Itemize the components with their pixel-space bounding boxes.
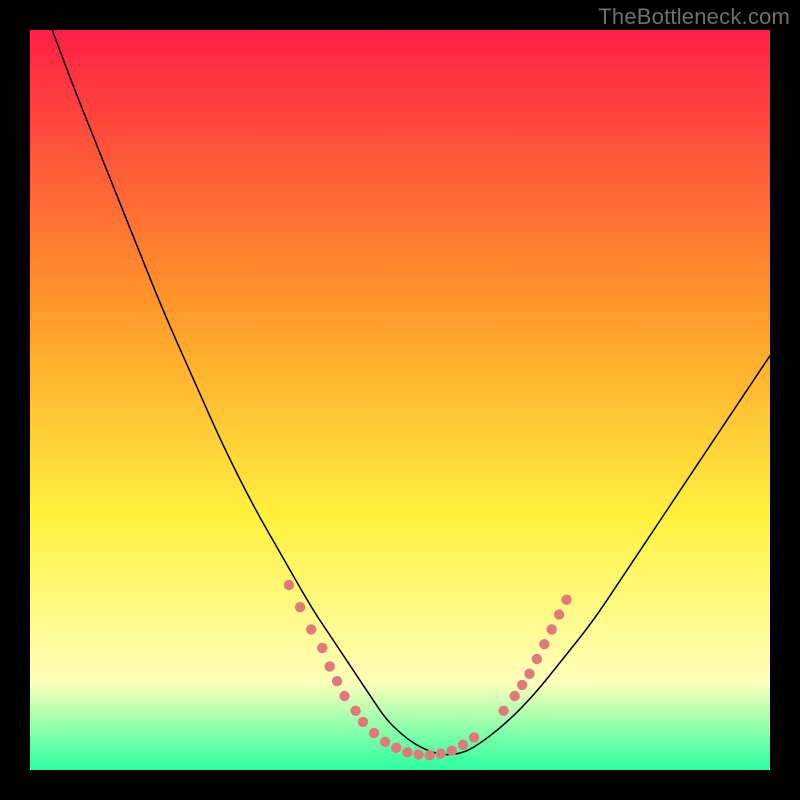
marker-dot [517,680,527,690]
marker-dot [524,669,534,679]
marker-dot [424,750,434,760]
watermark-label: TheBottleneck.com [598,4,790,30]
marker-dot [498,706,508,716]
marker-dot [554,609,564,619]
bottleneck-chart [30,30,770,770]
marker-dot [547,624,557,634]
marker-dot [358,717,368,727]
marker-dot [510,691,520,701]
marker-dot [458,740,468,750]
marker-dot [402,747,412,757]
marker-dot [436,749,446,759]
marker-dot [469,732,479,742]
marker-dot [317,643,327,653]
marker-dot [339,691,349,701]
marker-dot [350,706,360,716]
marker-dot [295,602,305,612]
marker-dot [539,639,549,649]
chart-frame [30,30,770,770]
marker-dot [284,580,294,590]
marker-dot [325,661,335,671]
gradient-background [30,30,770,770]
marker-dot [532,654,542,664]
marker-dot [332,676,342,686]
marker-dot [447,746,457,756]
marker-dot [413,749,423,759]
marker-dot [306,624,316,634]
marker-dot [380,737,390,747]
marker-dot [391,743,401,753]
marker-dot [561,595,571,605]
marker-dot [369,728,379,738]
